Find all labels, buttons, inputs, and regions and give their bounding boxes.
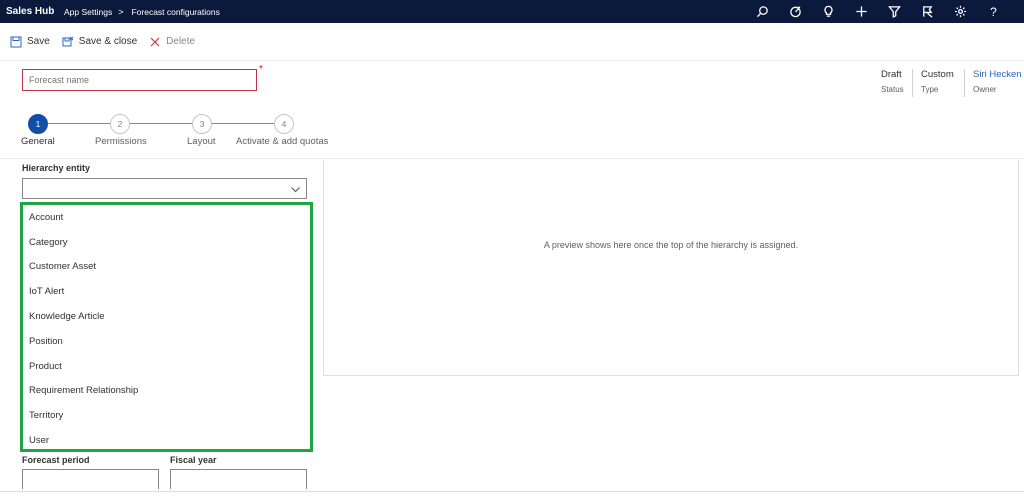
command-bar: Save Save & close Delete	[0, 23, 1024, 61]
search-icon[interactable]	[746, 0, 779, 23]
breadcrumb-app-settings[interactable]: App Settings	[64, 7, 112, 17]
status-value: Draft	[881, 69, 902, 80]
status-label: Status	[881, 85, 904, 94]
step-3-circle[interactable]: 3	[192, 114, 212, 134]
required-marker: *	[259, 64, 263, 75]
dropdown-option[interactable]: Territory	[23, 403, 310, 428]
step-4-label[interactable]: Activate & add quotas	[236, 136, 328, 147]
person-pin-icon[interactable]	[911, 0, 944, 23]
delete-label: Delete	[166, 36, 196, 47]
gear-icon[interactable]	[944, 0, 977, 23]
hierarchy-preview-panel: A preview shows here once the top of the…	[323, 160, 1019, 376]
top-nav-bar: Sales Hub App Settings > Forecast config…	[0, 0, 1024, 23]
preview-message: A preview shows here once the top of the…	[543, 240, 799, 250]
dropdown-option[interactable]: Position	[23, 329, 310, 354]
section-divider	[0, 158, 1024, 159]
lightbulb-icon[interactable]	[812, 0, 845, 23]
dropdown-option[interactable]: Account	[23, 205, 310, 230]
dropdown-option[interactable]: Product	[23, 354, 310, 379]
step-1-circle[interactable]: 1	[28, 114, 48, 134]
step-connector	[212, 123, 274, 124]
bottom-divider	[0, 491, 1024, 492]
step-4-circle[interactable]: 4	[274, 114, 294, 134]
dropdown-option[interactable]: Requirement Relationship	[23, 379, 310, 404]
breadcrumb-separator: >	[118, 6, 124, 17]
plus-icon[interactable]	[845, 0, 878, 23]
forecast-period-select[interactable]	[22, 469, 159, 489]
target-icon[interactable]	[779, 0, 812, 23]
save-label: Save	[27, 36, 50, 47]
step-2-circle[interactable]: 2	[110, 114, 130, 134]
owner-field: Siri Hecken Owner	[973, 69, 1022, 94]
owner-link[interactable]: Siri Hecken	[973, 69, 1022, 80]
step-connector	[130, 123, 192, 124]
hierarchy-entity-dropdown: Account Category Customer Asset IoT Aler…	[20, 202, 313, 452]
breadcrumb-forecast-configurations[interactable]: Forecast configurations	[131, 7, 219, 17]
progress-stepper: 1 2 3 4 General Permissions Layout Activ…	[0, 112, 360, 152]
dropdown-option[interactable]: Category	[23, 230, 310, 255]
meta-divider	[964, 69, 965, 97]
step-3-label[interactable]: Layout	[187, 136, 216, 147]
step-2-label[interactable]: Permissions	[95, 136, 147, 147]
save-and-close-label: Save & close	[78, 36, 138, 47]
fiscal-year-label: Fiscal year	[170, 455, 217, 465]
hierarchy-entity-select[interactable]	[22, 178, 307, 199]
owner-label: Owner	[973, 85, 997, 94]
chevron-down-icon	[291, 187, 300, 193]
type-value: Custom	[921, 69, 954, 80]
dropdown-option[interactable]: Knowledge Article	[23, 304, 310, 329]
filter-icon[interactable]	[878, 0, 911, 23]
dropdown-option[interactable]: IoT Alert	[23, 279, 310, 304]
help-icon[interactable]: ?	[977, 0, 1010, 23]
delete-button[interactable]: Delete	[149, 36, 195, 48]
top-nav-icons: ?	[746, 0, 1010, 23]
save-close-icon	[62, 36, 74, 46]
dropdown-option[interactable]: User	[23, 428, 310, 453]
save-button[interactable]: Save	[10, 36, 50, 48]
status-field: Draft Status	[881, 69, 904, 94]
type-label: Type	[921, 85, 939, 94]
save-icon	[10, 36, 22, 47]
step-connector	[48, 123, 110, 124]
type-field: Custom Type	[921, 69, 954, 94]
app-name[interactable]: Sales Hub	[0, 6, 62, 17]
meta-divider	[912, 69, 913, 97]
dropdown-option[interactable]: Customer Asset	[23, 255, 310, 280]
forecast-name-input[interactable]	[22, 69, 257, 91]
step-1-label[interactable]: General	[21, 136, 55, 147]
forecast-period-label: Forecast period	[22, 455, 90, 465]
close-icon	[150, 37, 160, 46]
save-and-close-button[interactable]: Save & close	[62, 36, 137, 48]
fiscal-year-select[interactable]	[170, 469, 307, 489]
hierarchy-entity-label: Hierarchy entity	[22, 163, 91, 173]
